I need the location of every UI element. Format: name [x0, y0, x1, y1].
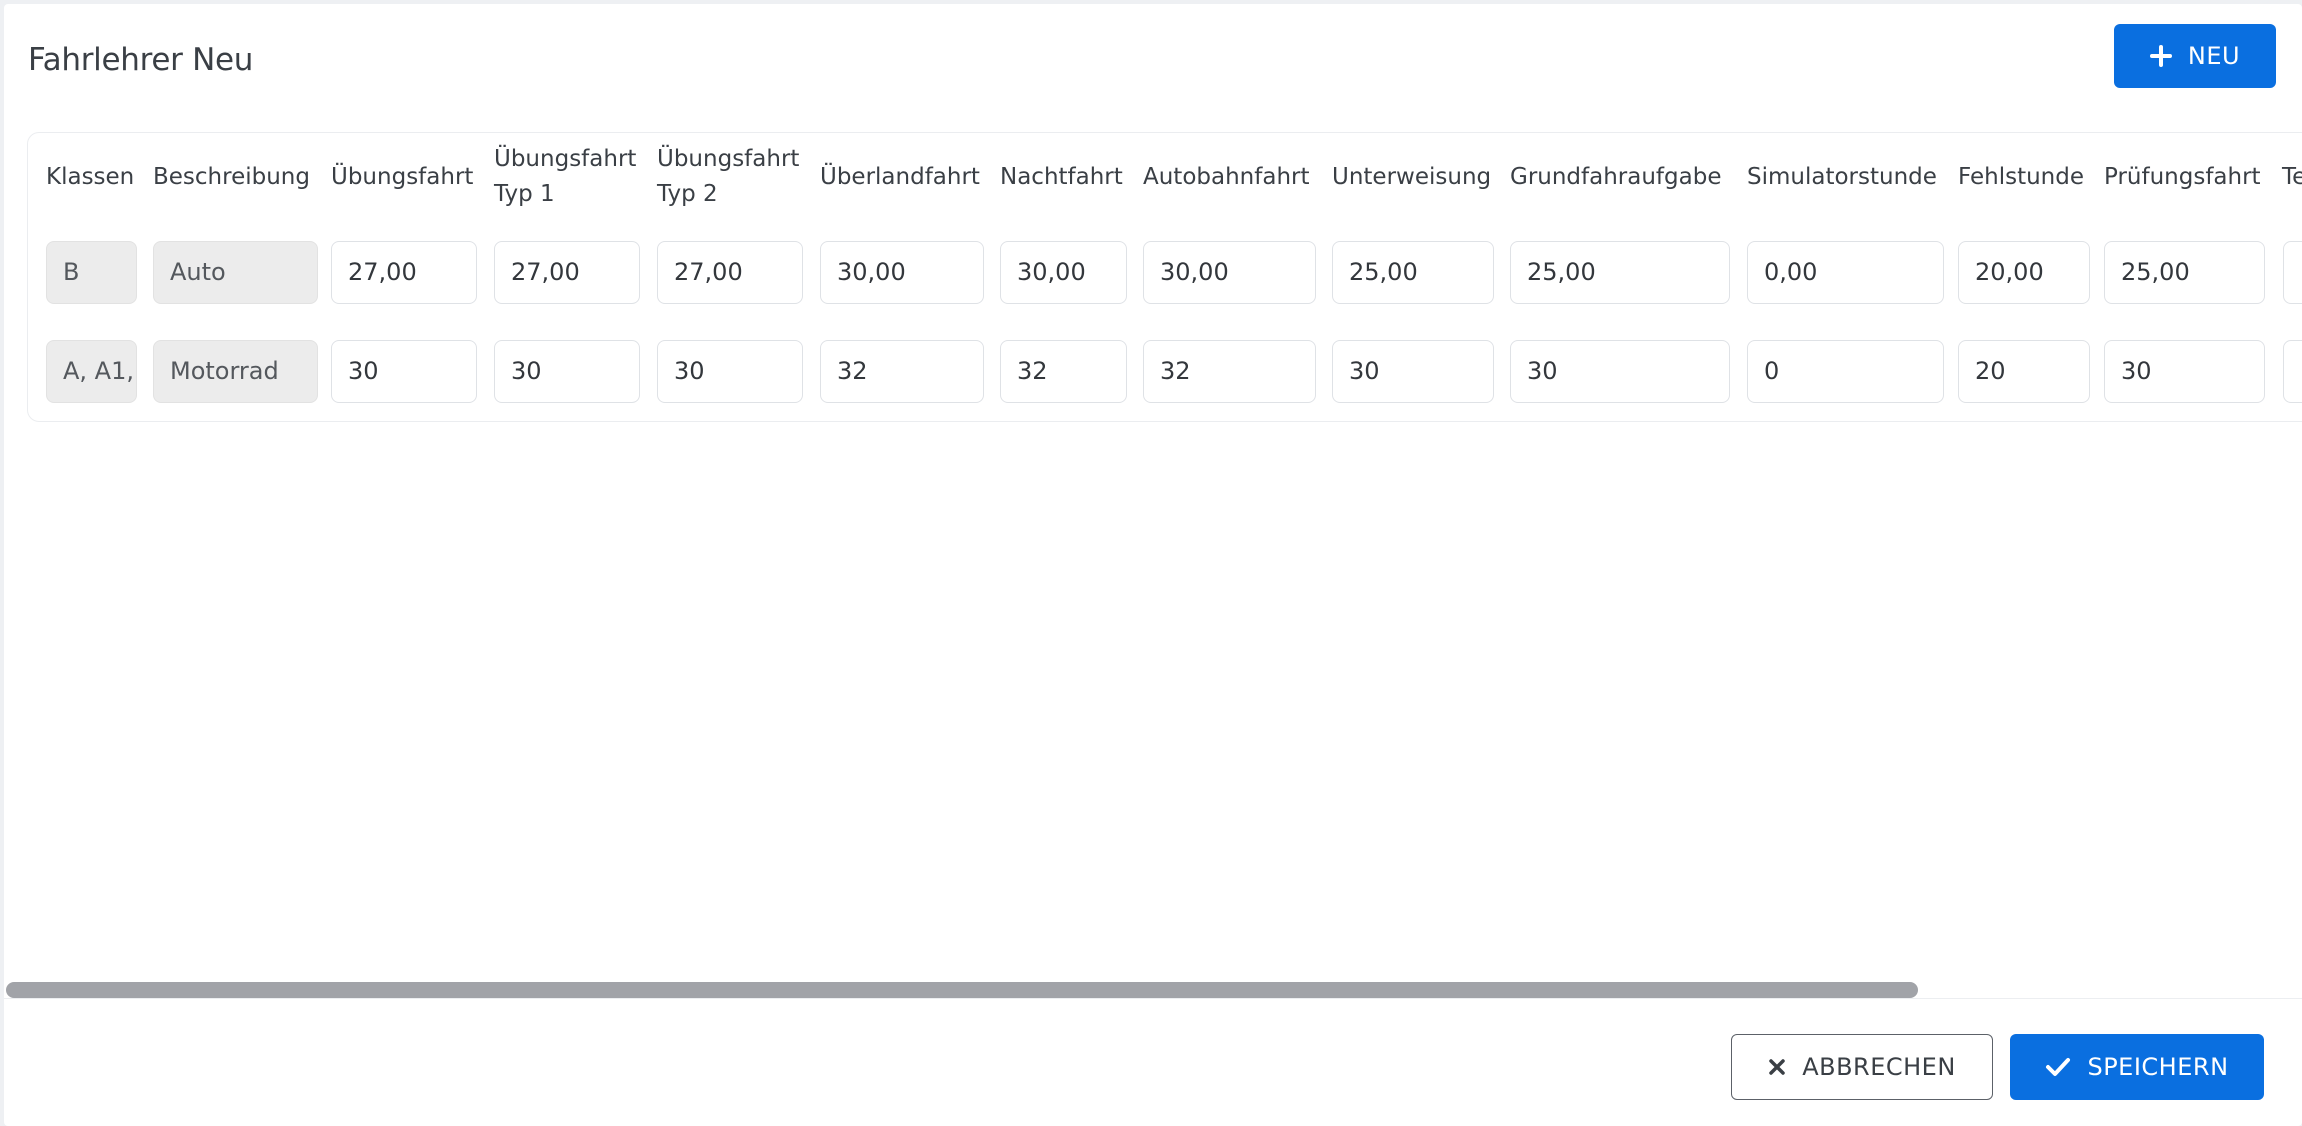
column-header-simulatorstunde: Simulatorstunde — [1747, 164, 1937, 190]
column-header-uebungsfahrt-typ1: Übungsfahrt Typ 1 — [494, 146, 637, 207]
close-icon — [1768, 1058, 1786, 1076]
save-button-label: SPEICHERN — [2087, 1053, 2229, 1081]
horizontal-scrollbar-thumb[interactable] — [6, 982, 1918, 998]
input-ueberlandfahrt[interactable]: 32 — [820, 340, 984, 403]
input-grundfahraufgabe[interactable]: 25,00 — [1510, 241, 1730, 304]
input-uebungsfahrt[interactable]: 30 — [331, 340, 477, 403]
column-header-ueberlandfahrt: Überlandfahrt — [820, 164, 980, 190]
input-uebungsfahrt-typ1[interactable]: 30 — [494, 340, 640, 403]
cancel-button[interactable]: ABBRECHEN — [1731, 1034, 1993, 1100]
input-uebungsfahrt-typ2[interactable]: 27,00 — [657, 241, 803, 304]
column-header-uebungsfahrt-typ2: Übungsfahrt Typ 2 — [657, 146, 800, 207]
input-uebungsfahrt-typ1[interactable]: 27,00 — [494, 241, 640, 304]
cancel-button-label: ABBRECHEN — [1802, 1053, 1956, 1081]
input-fehlstunde[interactable]: 20,00 — [1958, 241, 2090, 304]
save-button[interactable]: SPEICHERN — [2010, 1034, 2264, 1100]
footer-divider — [4, 998, 2302, 999]
input-grundfahraufgabe[interactable]: 30 — [1510, 340, 1730, 403]
input-uebungsfahrt-typ2[interactable]: 30 — [657, 340, 803, 403]
input-fehlstunde[interactable]: 20 — [1958, 340, 2090, 403]
input-nachtfahrt[interactable]: 30,00 — [1000, 241, 1127, 304]
cell-beschreibung: Motorrad — [153, 340, 318, 403]
input-unterweisung[interactable]: 25,00 — [1332, 241, 1494, 304]
column-header-uebungsfahrt: Übungsfahrt — [331, 164, 474, 190]
column-header-cut-off: Te — [2282, 164, 2302, 190]
column-header-beschreibung: Beschreibung — [153, 164, 310, 190]
input-unterweisung[interactable]: 30 — [1332, 340, 1494, 403]
horizontal-scrollbar[interactable] — [4, 978, 2302, 998]
input-cut-off[interactable] — [2283, 340, 2302, 403]
column-header-pruefungsfahrt: Prüfungsfahrt — [2104, 164, 2261, 190]
cell-klassen: A, A1, A2, AM — [46, 340, 137, 403]
input-cut-off[interactable] — [2283, 241, 2302, 304]
input-pruefungsfahrt[interactable]: 25,00 — [2104, 241, 2265, 304]
column-header-autobahnfahrt: Autobahnfahrt — [1143, 164, 1310, 190]
input-simulatorstunde[interactable]: 0,00 — [1747, 241, 1944, 304]
column-header-klassen: Klassen — [46, 164, 135, 190]
column-header-unterweisung: Unterweisung — [1332, 164, 1492, 190]
column-header-grundfahraufgabe: Grundfahraufgabe — [1510, 164, 1722, 190]
column-header-nachtfahrt: Nachtfahrt — [1000, 164, 1123, 190]
input-autobahnfahrt[interactable]: 30,00 — [1143, 241, 1316, 304]
cell-beschreibung: Auto — [153, 241, 318, 304]
cell-klassen: B — [46, 241, 137, 304]
dialog: Fahrlehrer Neu NEU Klassen Beschreibung … — [4, 4, 2302, 1126]
check-icon — [2045, 1056, 2071, 1078]
input-pruefungsfahrt[interactable]: 30 — [2104, 340, 2265, 403]
input-simulatorstunde[interactable]: 0 — [1747, 340, 1944, 403]
input-ueberlandfahrt[interactable]: 30,00 — [820, 241, 984, 304]
input-nachtfahrt[interactable]: 32 — [1000, 340, 1127, 403]
column-header-fehlstunde: Fehlstunde — [1958, 164, 2084, 190]
table-scroll-area[interactable]: Klassen Beschreibung Übungsfahrt Übungsf… — [4, 4, 2302, 994]
input-autobahnfahrt[interactable]: 32 — [1143, 340, 1316, 403]
input-uebungsfahrt[interactable]: 27,00 — [331, 241, 477, 304]
